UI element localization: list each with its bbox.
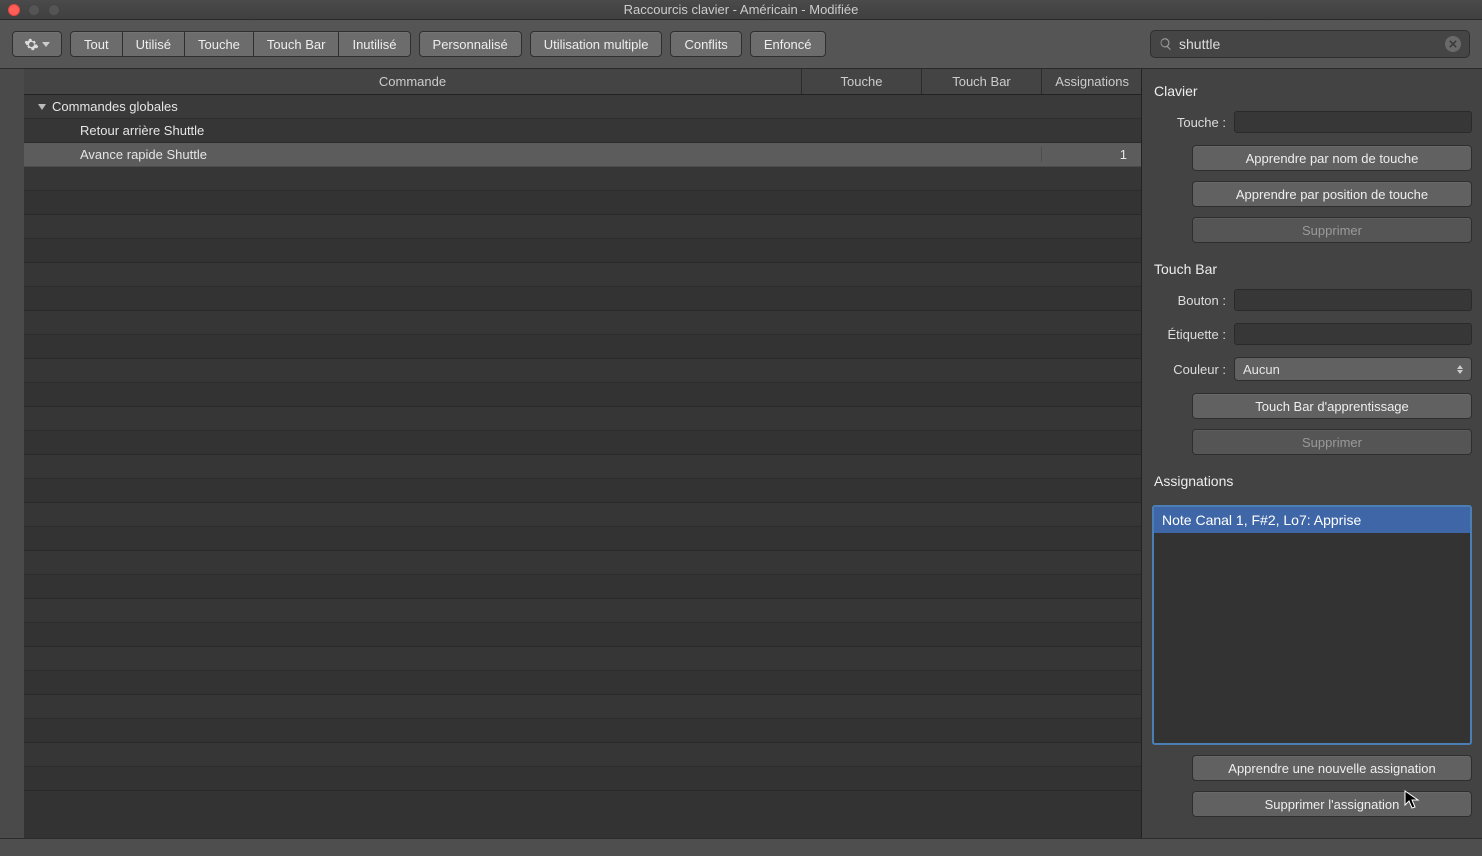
filter-key[interactable]: Touche <box>185 31 254 57</box>
col-command[interactable]: Commande <box>24 69 801 94</box>
zoom-window-button[interactable] <box>48 4 60 16</box>
filter-unused[interactable]: Inutilisé <box>339 31 410 57</box>
toolbar: Tout Utilisé Touche Touch Bar Inutilisé … <box>0 20 1482 69</box>
col-assignments[interactable]: Assignations <box>1041 69 1141 94</box>
updown-icon <box>1457 365 1463 374</box>
filter-all[interactable]: Tout <box>70 31 123 57</box>
table-row[interactable]: Avance rapide Shuttle 1 <box>24 143 1141 167</box>
filter-multiple-use[interactable]: Utilisation multiple <box>530 31 663 57</box>
window-controls <box>8 4 60 16</box>
group-label: Commandes globales <box>52 99 178 114</box>
minimize-window-button[interactable] <box>28 4 40 16</box>
close-icon <box>1449 40 1457 48</box>
etiquette-field-input[interactable] <box>1234 323 1472 345</box>
command-name: Retour arrière Shuttle <box>32 123 204 138</box>
button-field-input[interactable] <box>1234 289 1472 311</box>
button-field-label: Bouton : <box>1152 293 1226 308</box>
color-select[interactable]: Aucun <box>1234 357 1472 381</box>
key-field-label: Touche : <box>1152 115 1226 130</box>
window-title: Raccourcis clavier - Américain - Modifié… <box>624 2 859 17</box>
section-keyboard: Clavier <box>1154 83 1472 99</box>
delete-touchbar-button[interactable]: Supprimer <box>1192 429 1472 455</box>
color-field-label: Couleur : <box>1152 362 1226 377</box>
titlebar: Raccourcis clavier - Américain - Modifié… <box>0 0 1482 20</box>
col-touchbar[interactable]: Touch Bar <box>921 69 1041 94</box>
filter-group-primary: Tout Utilisé Touche Touch Bar Inutilisé <box>70 31 411 57</box>
learn-new-assignment-button[interactable]: Apprendre une nouvelle assignation <box>1192 755 1472 781</box>
command-name: Avance rapide Shuttle <box>32 147 207 162</box>
filter-pressed[interactable]: Enfoncé <box>750 31 826 57</box>
learn-by-key-name-button[interactable]: Apprendre par nom de touche <box>1192 145 1472 171</box>
clear-search-button[interactable] <box>1445 36 1461 52</box>
group-row[interactable]: Commandes globales <box>24 95 1141 119</box>
learn-touchbar-button[interactable]: Touch Bar d'apprentissage <box>1192 393 1472 419</box>
gear-icon <box>24 37 39 52</box>
commands-table: Commande Touche Touch Bar Assignations C… <box>24 69 1142 838</box>
actions-menu-button[interactable] <box>12 31 62 57</box>
disclosure-triangle-icon[interactable] <box>38 104 46 110</box>
filter-conflicts[interactable]: Conflits <box>670 31 741 57</box>
learn-by-key-position-button[interactable]: Apprendre par position de touche <box>1192 181 1472 207</box>
key-field-input[interactable] <box>1234 111 1472 133</box>
section-touchbar: Touch Bar <box>1154 261 1472 277</box>
assignments-list[interactable]: Note Canal 1, F#2, Lo7: Apprise <box>1152 505 1472 745</box>
col-key[interactable]: Touche <box>801 69 921 94</box>
delete-assignment-button[interactable]: Supprimer l'assignation <box>1192 791 1472 817</box>
close-window-button[interactable] <box>8 4 20 16</box>
assignment-item[interactable]: Note Canal 1, F#2, Lo7: Apprise <box>1154 507 1470 533</box>
chevron-down-icon <box>42 42 50 47</box>
search-field[interactable]: shuttle <box>1150 30 1470 58</box>
color-select-value: Aucun <box>1243 362 1280 377</box>
table-body[interactable]: Commandes globales Retour arrière Shuttl… <box>24 95 1141 838</box>
filter-used[interactable]: Utilisé <box>123 31 185 57</box>
inspector-panel: Clavier Touche : Apprendre par nom de to… <box>1142 69 1482 838</box>
window-footer <box>0 838 1482 856</box>
search-input-text: shuttle <box>1179 36 1439 52</box>
etiquette-field-label: Étiquette : <box>1152 327 1226 342</box>
table-header: Commande Touche Touch Bar Assignations <box>24 69 1141 95</box>
search-icon <box>1159 37 1173 51</box>
filter-custom[interactable]: Personnalisé <box>419 31 522 57</box>
filter-touchbar[interactable]: Touch Bar <box>254 31 340 57</box>
delete-key-button[interactable]: Supprimer <box>1192 217 1472 243</box>
section-assignments: Assignations <box>1154 473 1472 489</box>
table-row[interactable]: Retour arrière Shuttle <box>24 119 1141 143</box>
